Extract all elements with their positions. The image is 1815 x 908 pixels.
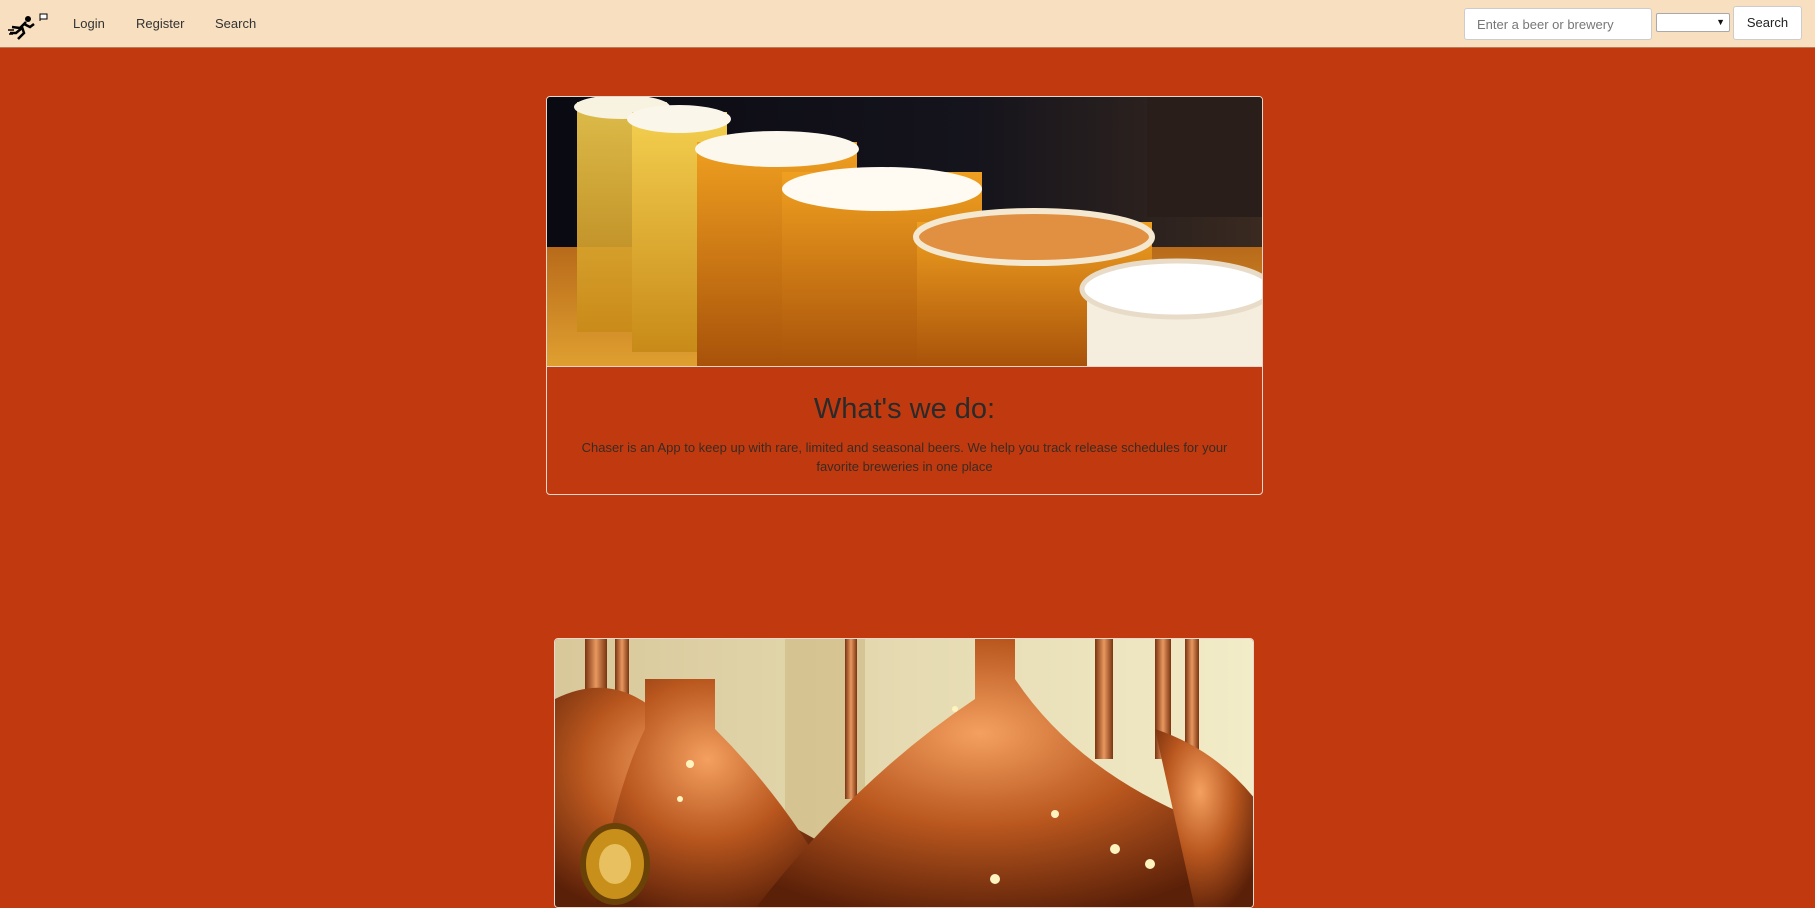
about-card: What's we do: Chaser is an App to keep u… — [546, 96, 1263, 495]
brand-logo-icon[interactable] — [4, 11, 48, 41]
beer-flight-image — [547, 97, 1262, 367]
dropdown-arrow-icon: ▼ — [1716, 17, 1725, 27]
about-description: Chaser is an App to keep up with rare, l… — [581, 440, 1228, 474]
search-input[interactable] — [1464, 8, 1652, 40]
nav-register-link[interactable]: Register — [136, 16, 184, 32]
navbar: Login Register Search ▼ Search — [0, 0, 1815, 48]
about-title: What's we do: — [813, 393, 996, 425]
nav-login-link[interactable]: Login — [73, 16, 105, 32]
search-type-select[interactable]: ▼ — [1656, 13, 1730, 32]
brew-kettles-image — [554, 638, 1254, 908]
search-button[interactable]: Search — [1733, 6, 1802, 40]
nav-search-link[interactable]: Search — [215, 16, 256, 32]
